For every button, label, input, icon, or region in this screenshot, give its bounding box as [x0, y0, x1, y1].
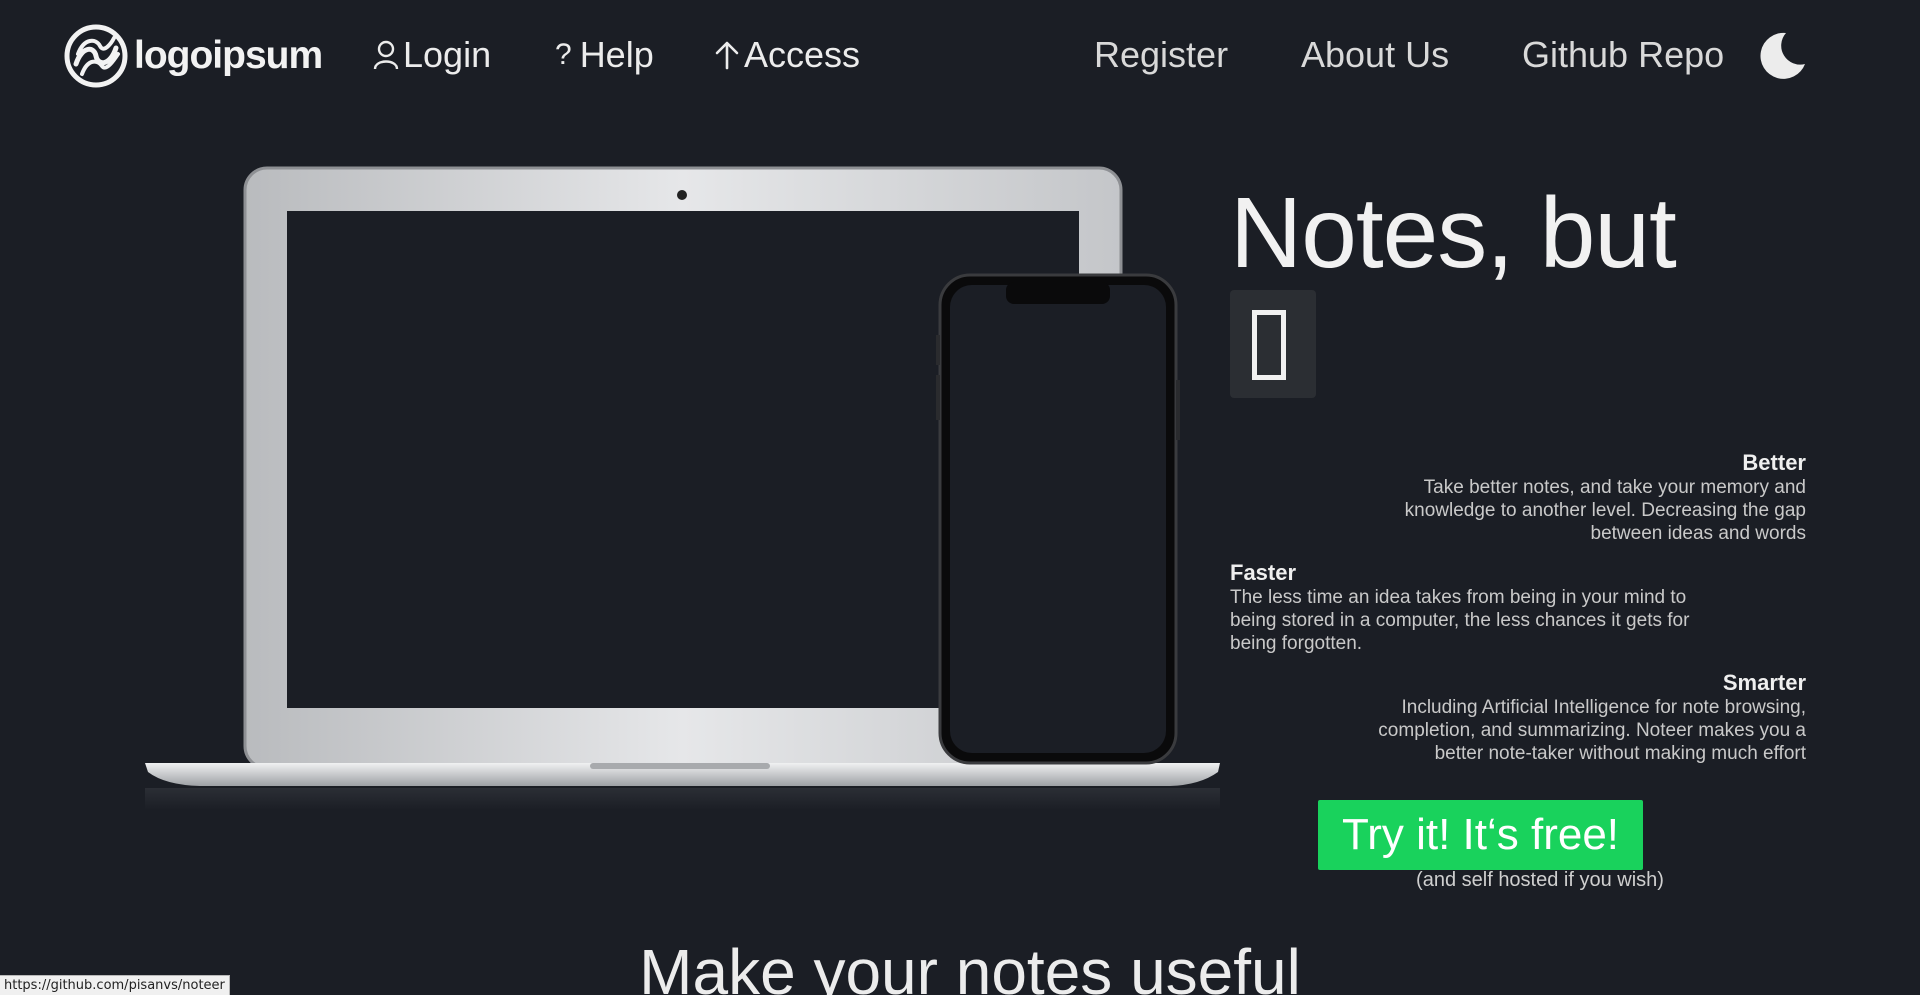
- logo-mark-icon: [64, 24, 128, 88]
- typing-cursor: [1230, 290, 1316, 398]
- arrow-up-icon: [714, 40, 740, 70]
- feature-text: The less time an idea takes from being i…: [1230, 587, 1690, 654]
- nav-access-link[interactable]: Access: [714, 30, 860, 80]
- status-bar-link-preview: https://github.com/pisanvs/noteer: [0, 975, 230, 995]
- devices-illustration: [145, 166, 1220, 810]
- feature-text: Including Artificial Intelligence for no…: [1378, 697, 1806, 764]
- cta-subtitle: (and self hosted if you wish): [1416, 869, 1664, 891]
- cursor-caret: [1252, 310, 1286, 380]
- feature-title: Faster: [1230, 560, 1297, 585]
- nav-help-label: Help: [579, 34, 654, 75]
- logo[interactable]: logoipsum: [64, 24, 323, 88]
- logo-text: logoipsum: [134, 34, 323, 77]
- feature-better: Better Take better notes, and take your …: [1380, 450, 1806, 545]
- try-free-button[interactable]: Try it! It‘s free!: [1318, 800, 1643, 870]
- feature-text: Take better notes, and take your memory …: [1404, 477, 1806, 544]
- section-title: Make your notes useful: [639, 936, 1301, 995]
- feature-faster: Faster The less time an idea takes from …: [1230, 560, 1690, 655]
- user-icon: [373, 40, 399, 70]
- top-nav: logoipsum Login ? Help Access Register A…: [0, 0, 1920, 110]
- feature-title: Better: [1742, 450, 1806, 475]
- nav-login-link[interactable]: Login: [373, 30, 491, 80]
- moon-icon: [1760, 32, 1805, 79]
- phone: [936, 273, 1180, 765]
- nav-access-label: Access: [744, 34, 861, 75]
- feature-smarter: Smarter Including Artificial Intelligenc…: [1350, 670, 1806, 765]
- theme-toggle-button[interactable]: [1756, 30, 1808, 82]
- nav-github-link[interactable]: Github Repo: [1522, 30, 1724, 80]
- nav-register-link[interactable]: Register: [1094, 30, 1228, 80]
- nav-help-link[interactable]: ? Help: [555, 30, 654, 80]
- nav-about-link[interactable]: About Us: [1301, 30, 1449, 80]
- feature-title: Smarter: [1722, 670, 1806, 695]
- nav-login-label: Login: [403, 34, 492, 75]
- landing-page: logoipsum Login ? Help Access Register A…: [0, 0, 1920, 995]
- hero-title: Notes, but: [1230, 177, 1677, 289]
- question-icon: ?: [555, 38, 572, 71]
